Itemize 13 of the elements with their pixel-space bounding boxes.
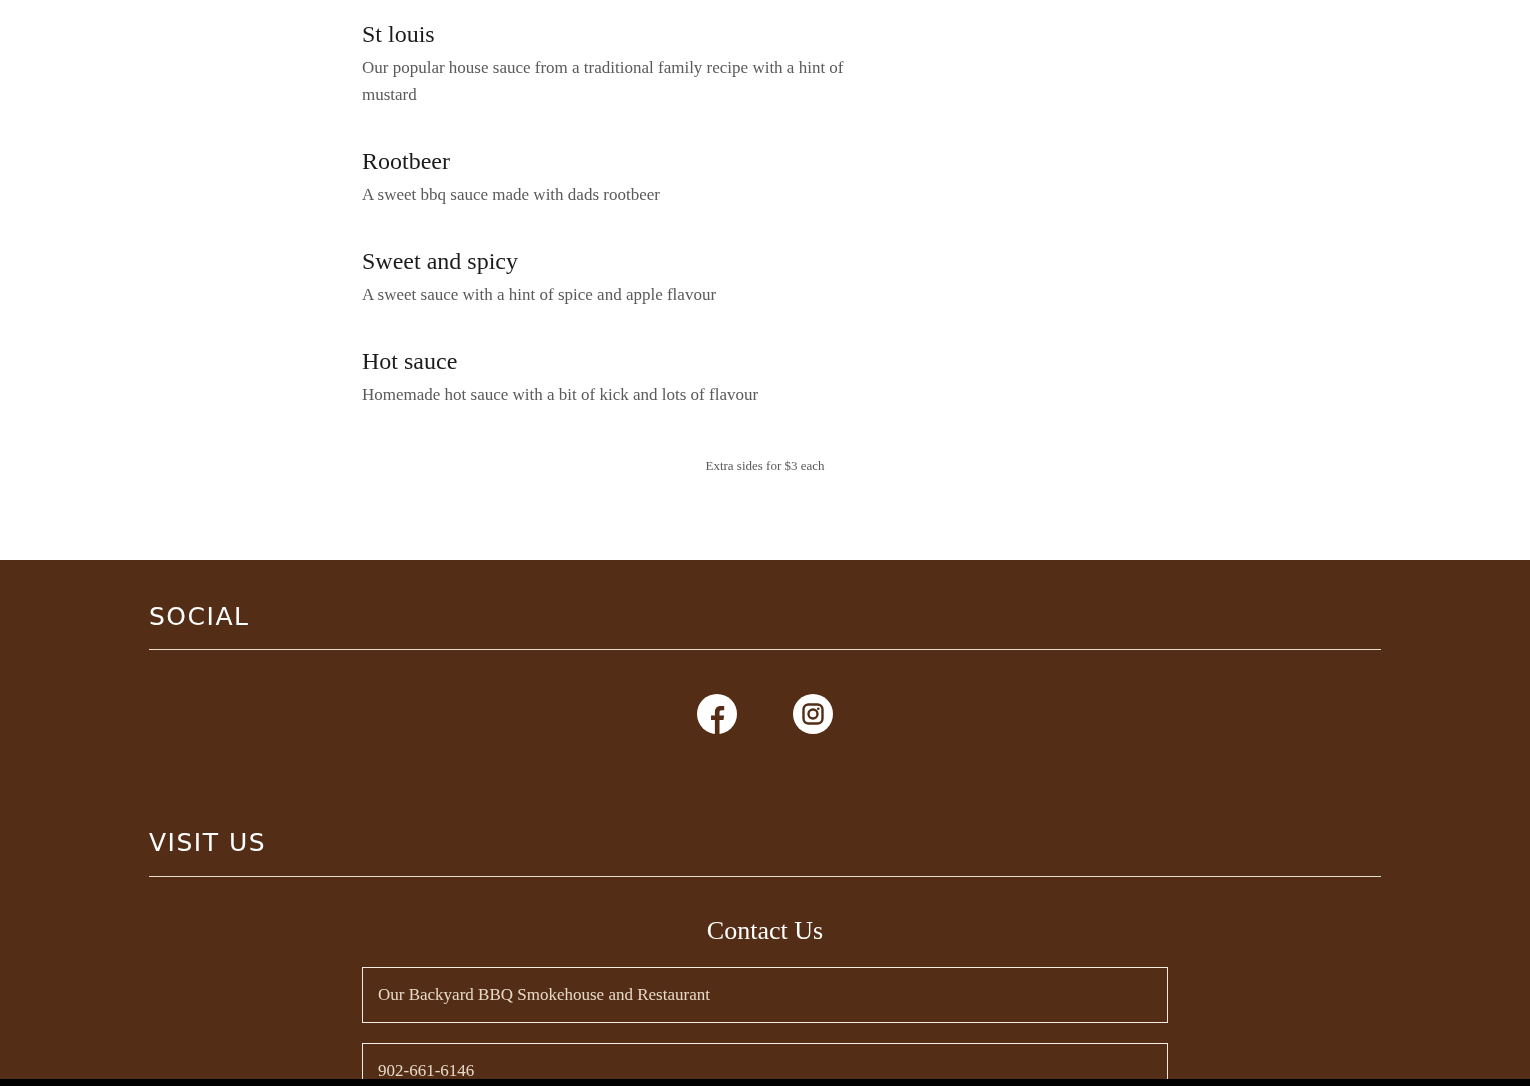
menu-item-description: A sweet sauce with a hint of spice and apple flavour [362, 284, 718, 306]
menu-item-name: St louis [362, 20, 436, 49]
contact-title: Contact Us [706, 915, 824, 947]
input-field[interactable]: Our Backyard BBQ Smokehouse and Restaurant [362, 967, 1168, 1023]
menu-item-description: Homemade hot sauce with a bit of kick and lots of flavour [362, 384, 760, 406]
menu-item-description: A sweet bbq sauce made with dads rootbeer [362, 184, 661, 206]
extra-sides-note: Extra sides for $3 each [705, 457, 825, 475]
section-heading: SOCIAL [149, 602, 251, 632]
menu-item-name: Hot sauce [362, 347, 459, 376]
menu-item-name: Rootbeer [362, 147, 451, 176]
menu-item-name: Sweet and spicy [362, 247, 519, 276]
section-heading: VISIT US [149, 828, 268, 858]
menu-item-description: Our popular house sauce from a traditional family recipe with a hint of mustard [362, 57, 845, 106]
